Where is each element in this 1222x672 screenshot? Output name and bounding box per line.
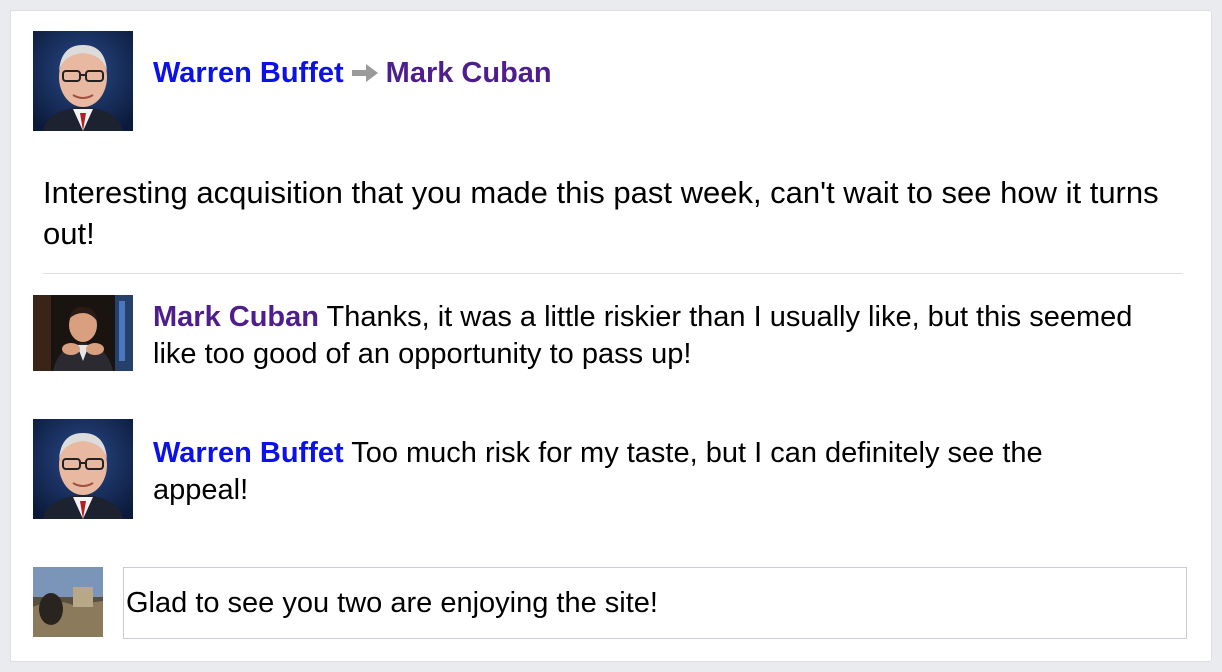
arrow-right-icon [350, 56, 380, 82]
comment-author-avatar[interactable] [33, 295, 133, 371]
comment-author-avatar[interactable] [33, 419, 133, 519]
warren-buffet-avatar-image [33, 419, 133, 519]
reply-box [123, 567, 1187, 639]
comment-author-link[interactable]: Mark Cuban [153, 301, 319, 333]
comment: Warren Buffet Too much risk for my taste… [153, 435, 1133, 509]
post-recipient-link[interactable]: Mark Cuban [386, 57, 552, 89]
current-user-avatar [33, 567, 103, 637]
post-author-link[interactable]: Warren Buffet [153, 57, 344, 89]
divider [43, 273, 1183, 274]
comment: Mark Cuban Thanks, it was a little riski… [153, 299, 1133, 373]
mark-cuban-avatar-image [33, 295, 133, 371]
comment-author-link[interactable]: Warren Buffet [153, 437, 344, 469]
reply-input[interactable] [124, 568, 1186, 638]
post-body: Interesting acquisition that you made th… [43, 175, 1159, 251]
post-header: Warren Buffet Mark Cuban [153, 53, 552, 93]
user-photo-image [33, 567, 103, 637]
post-card: Warren Buffet Mark Cuban Interesting acqu… [10, 10, 1212, 662]
warren-buffet-avatar-image [33, 31, 133, 131]
post-author-avatar[interactable] [33, 31, 133, 131]
